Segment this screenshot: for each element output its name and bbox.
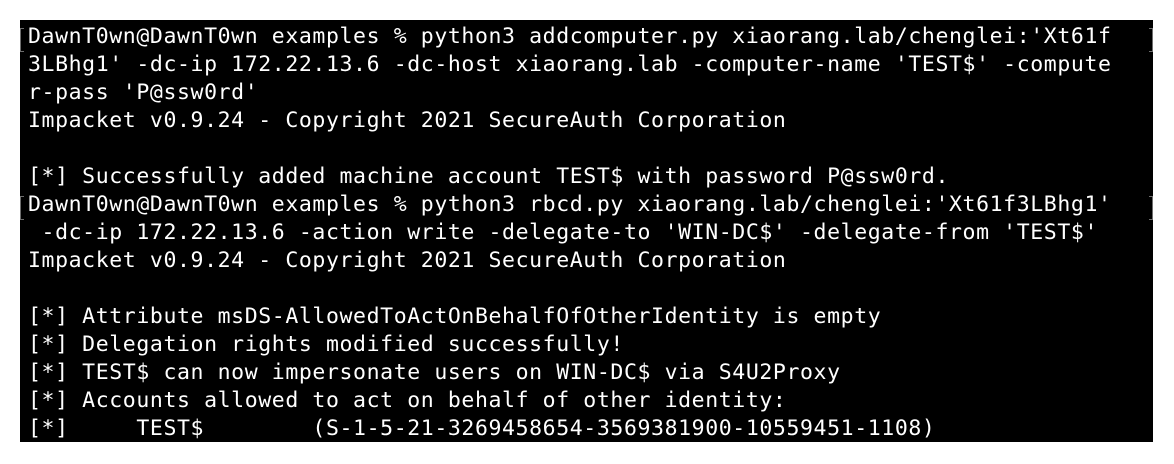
prompt-mark-end-icon [1149, 196, 1153, 220]
terminal-line: -dc-ip 172.22.13.6 -action write -delega… [28, 220, 1098, 245]
terminal-output[interactable]: DawnT0wn@DawnT0wn examples % python3 add… [28, 23, 1112, 442]
terminal-line: [*] Attribute msDS-AllowedToActOnBehalfO… [28, 304, 882, 329]
terminal-line: [*] Accounts allowed to act on behalf of… [28, 388, 787, 413]
prompt-mark-icon [20, 196, 24, 220]
terminal-line: [*] Delegation rights modified successfu… [28, 332, 624, 357]
terminal-line: Impacket v0.9.24 - Copyright 2021 Secure… [28, 108, 787, 133]
terminal-line: [*] TEST$ (S-1-5-21-3269458654-356938190… [28, 416, 936, 441]
prompt-mark-end-icon [1149, 28, 1153, 52]
terminal-line: [*] Successfully added machine account T… [28, 164, 949, 189]
prompt-mark-icon [20, 28, 24, 52]
terminal-line: r-pass 'P@ssw0rd' [28, 80, 259, 105]
terminal-line: Impacket v0.9.24 - Copyright 2021 Secure… [28, 248, 787, 273]
terminal-line: [*] TEST$ can now impersonate users on W… [28, 360, 841, 385]
terminal-line: DawnT0wn@DawnT0wn examples % python3 rbc… [28, 192, 1112, 217]
terminal-window[interactable]: DawnT0wn@DawnT0wn examples % python3 add… [20, 20, 1153, 442]
terminal-line: DawnT0wn@DawnT0wn examples % python3 add… [28, 24, 1112, 49]
terminal-line: 3LBhg1' -dc-ip 172.22.13.6 -dc-host xiao… [28, 52, 1112, 77]
